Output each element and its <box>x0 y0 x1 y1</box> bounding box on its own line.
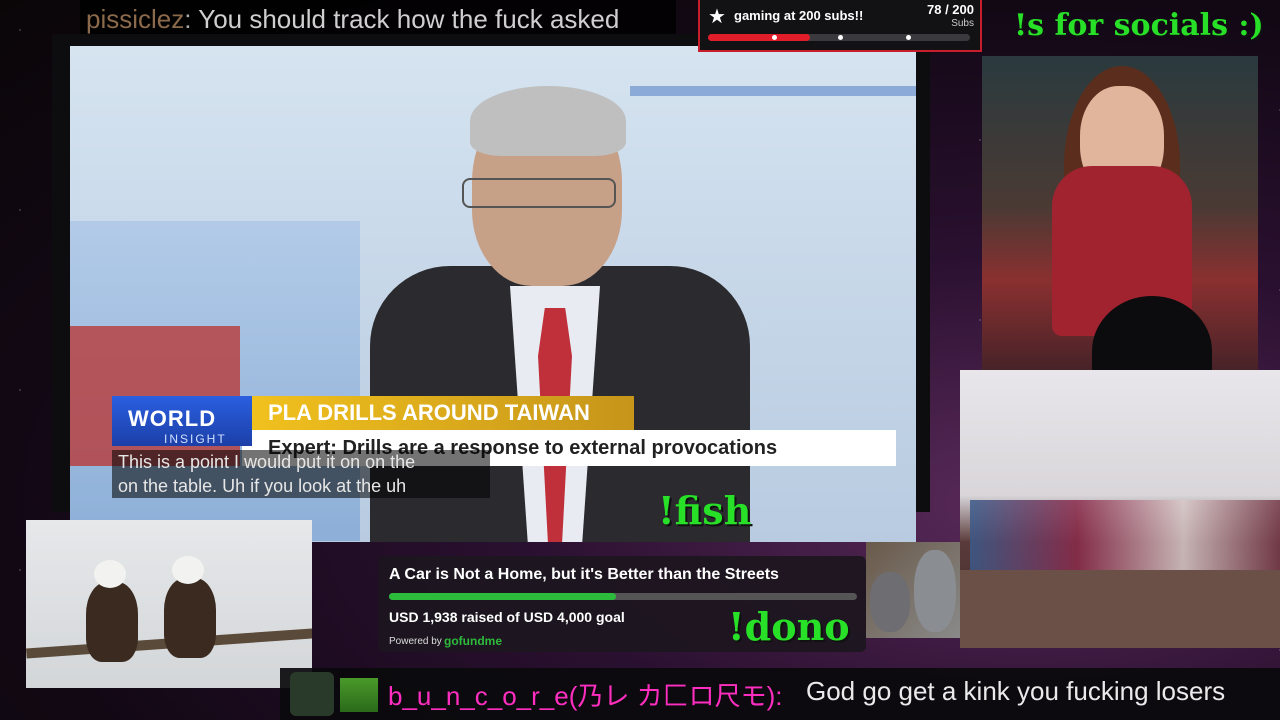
sub-goal-progress-bar <box>708 34 970 41</box>
progress-marker <box>906 35 911 40</box>
anchor-glasses <box>462 178 616 208</box>
fish-command: !fish <box>658 488 752 533</box>
grey-cat <box>914 550 956 632</box>
eagle-cam-feed <box>26 520 312 688</box>
gofundme-logo: gofundme <box>444 634 502 648</box>
gofundme-progress-fill <box>389 593 616 600</box>
grey-cat <box>870 572 910 632</box>
chat-separator: : <box>184 4 192 34</box>
chat-message-top: pissiclez: You should track how the fuck… <box>80 0 676 38</box>
channel-logo-line1: WORLD <box>128 406 217 431</box>
gofundme-raised-text: USD 1,938 raised of USD 4,000 goal <box>389 609 625 625</box>
chat-badge-icon <box>340 678 378 712</box>
progress-marker <box>838 35 843 40</box>
sub-goal-units: Subs <box>951 18 974 29</box>
chat-avatar <box>290 672 334 716</box>
bald-eagle <box>164 556 216 658</box>
gofundme-powered-by: Powered by <box>389 636 442 647</box>
news-headline: PLA DRILLS AROUND TAIWAN <box>242 396 634 430</box>
sub-goal-count: 78 / 200 <box>927 2 974 17</box>
closed-captions: This is a point I would put it on on the… <box>112 450 490 498</box>
channel-logo: WORLD INSIGHT <box>112 396 252 446</box>
chat-username: b_u_n_c_o_r_e(乃レ カ匚ロ尺モ): <box>388 681 783 711</box>
caption-line-2: on the table. Uh if you look at the uh <box>118 476 407 496</box>
anchor-hair <box>470 86 626 156</box>
chat-message-text: You should track how the fuck asked <box>198 4 620 34</box>
cats-photo <box>866 542 960 638</box>
main-video-frame: PLA DRILLS AROUND TAIWAN Expert: Drills … <box>52 34 930 542</box>
star-icon: ★ <box>708 6 726 28</box>
chat-message-bottom: b_u_n_c_o_r_e(乃レ カ匚ロ尺モ): God go get a ki… <box>280 668 1280 720</box>
socials-command: !s for socials :) <box>1014 8 1264 43</box>
channel-logo-line2: INSIGHT <box>164 432 227 446</box>
eagle-head <box>94 560 126 588</box>
eagle-head <box>172 556 204 584</box>
room-floor <box>960 570 1280 648</box>
dono-command: !dono <box>728 604 850 649</box>
bald-eagle <box>86 560 138 662</box>
chat-message-text: God go get a kink you fucking losers <box>806 676 1226 706</box>
sub-goal-widget: ★ gaming at 200 subs!! 78 / 200 Subs <box>698 0 982 52</box>
webcam-room-feed <box>960 370 1280 648</box>
gofundme-progress-bar <box>389 593 857 600</box>
caption-line-1: This is a point I would put it on on the <box>118 452 416 472</box>
gofundme-title: A Car is Not a Home, but it's Better tha… <box>389 566 779 583</box>
room-blanket <box>970 500 1280 570</box>
studio-backdrop-strip <box>630 86 916 96</box>
chat-username: pissiclez <box>86 4 185 34</box>
progress-marker <box>772 35 777 40</box>
sub-goal-progress-fill <box>708 34 811 41</box>
sub-goal-label: gaming at 200 subs!! <box>734 8 864 23</box>
